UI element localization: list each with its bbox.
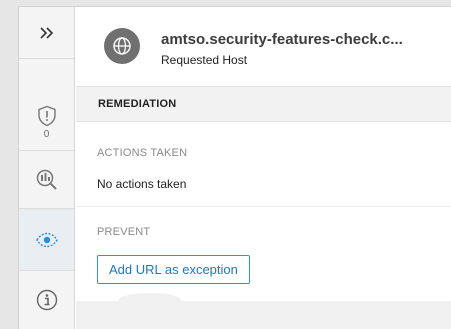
- side-rail: 0: [19, 7, 75, 329]
- rail-item-observe[interactable]: [19, 209, 74, 271]
- threat-count: 0: [43, 129, 50, 140]
- rail-item-threats[interactable]: 0: [19, 95, 74, 151]
- actions-taken-label: ACTIONS TAKEN: [97, 147, 188, 159]
- eye-icon: [35, 232, 58, 247]
- double-chevron-right-icon: [39, 26, 53, 39]
- rail-item-info[interactable]: [19, 271, 74, 329]
- section-title: REMEDIATION: [76, 87, 451, 122]
- footer-decoration: [119, 293, 181, 307]
- prevent-label: PREVENT: [97, 226, 151, 238]
- globe-icon: [104, 28, 140, 64]
- shield-exclamation-icon: [37, 105, 56, 127]
- details-panel: 0 amtso.security-features-check.c... Req…: [18, 6, 451, 329]
- host-header: amtso.security-features-check.c... Reque…: [76, 7, 451, 87]
- actions-taken-value: No actions taken: [97, 177, 187, 191]
- magnifier-analysis-icon: [36, 169, 57, 190]
- add-url-exception-button[interactable]: Add URL as exception: [97, 255, 250, 284]
- info-icon: [36, 289, 57, 311]
- window-background: 0 amtso.security-features-check.c... Req…: [0, 0, 451, 329]
- divider: [76, 206, 451, 207]
- expand-rail-button[interactable]: [19, 7, 74, 59]
- rail-item-analysis[interactable]: [19, 151, 74, 209]
- host-type: Requested Host: [161, 53, 248, 67]
- host-name: amtso.security-features-check.c...: [161, 31, 403, 48]
